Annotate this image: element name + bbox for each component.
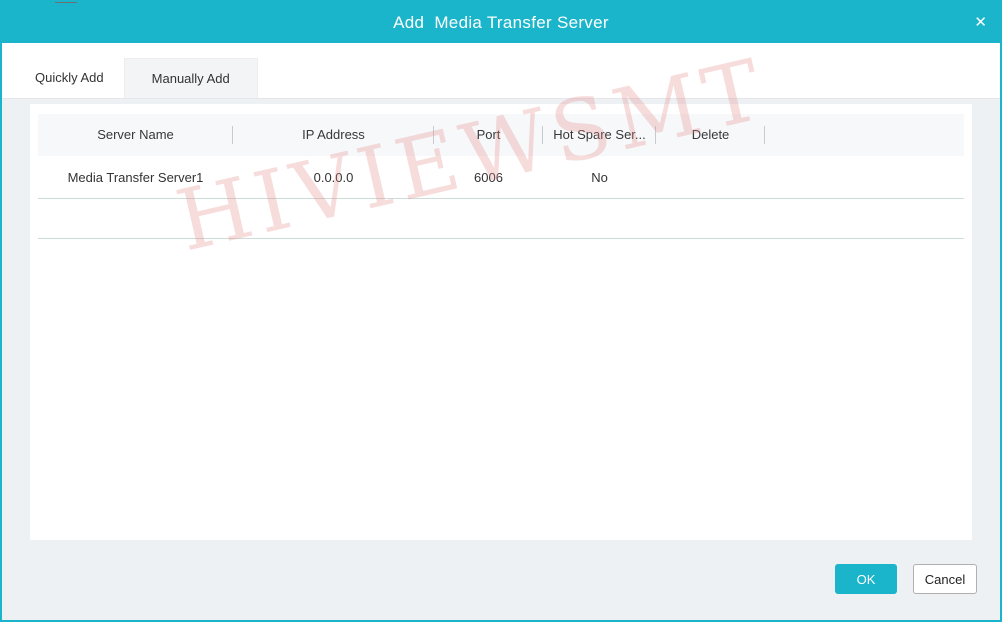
tab-manually-add[interactable]: Manually Add [124, 58, 258, 98]
background-artifact [55, 0, 77, 3]
table-header-row: Server Name IP Address Port Hot Spare Se… [38, 114, 964, 156]
column-header-server-name: Server Name [38, 114, 233, 156]
cell-filler [765, 156, 964, 198]
table-row-empty [38, 199, 964, 239]
cell-ip-address: 0.0.0.0 [233, 156, 434, 198]
dialog-titlebar: Add Media Transfer Server ✕ [2, 2, 1000, 43]
column-header-delete: Delete [656, 114, 765, 156]
dialog-footer: OK Cancel [835, 564, 977, 594]
close-icon[interactable]: ✕ [974, 2, 987, 43]
cell-delete [656, 156, 765, 198]
column-header-ip-address: IP Address [233, 114, 434, 156]
cell-port: 6006 [434, 156, 543, 198]
cell-hot-spare: No [543, 156, 656, 198]
tab-quickly-add[interactable]: Quickly Add [35, 58, 104, 98]
column-header-port: Port [434, 114, 543, 156]
server-list-panel: Server Name IP Address Port Hot Spare Se… [30, 104, 972, 540]
column-header-filler [765, 114, 964, 156]
dialog-title: Add Media Transfer Server [2, 2, 1000, 43]
add-media-transfer-server-dialog: Add Media Transfer Server ✕ Quickly Add … [0, 0, 1002, 622]
ok-button[interactable]: OK [835, 564, 897, 594]
tab-bar: Quickly Add Manually Add [2, 43, 1000, 99]
table-row[interactable]: Media Transfer Server1 0.0.0.0 6006 No [38, 156, 964, 199]
column-header-hot-spare: Hot Spare Ser... [543, 114, 656, 156]
cancel-button[interactable]: Cancel [913, 564, 977, 594]
cell-server-name: Media Transfer Server1 [38, 156, 233, 198]
